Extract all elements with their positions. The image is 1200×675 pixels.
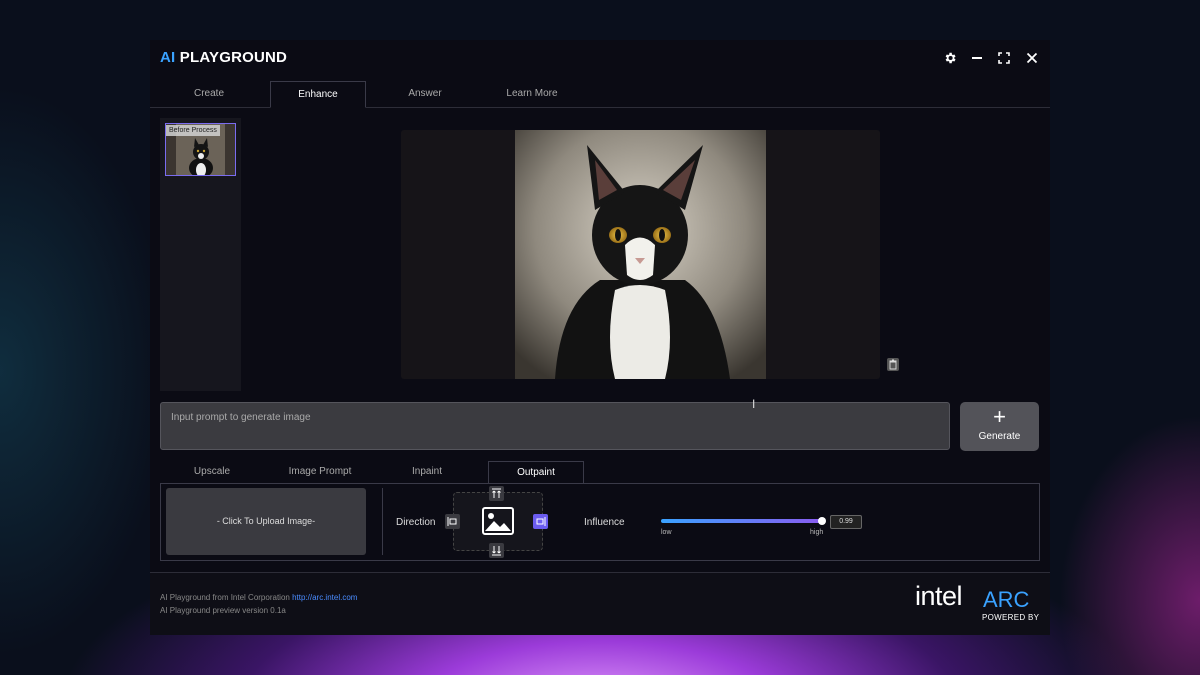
- history-thumbnail[interactable]: Before Process: [165, 123, 236, 176]
- tab-create[interactable]: Create: [162, 81, 256, 107]
- footer-line-1: AI Playground from Intel Corporation htt…: [160, 593, 357, 602]
- panel-divider: [382, 488, 383, 555]
- settings-gear-icon[interactable]: [942, 50, 958, 66]
- influence-label: Influence: [584, 517, 625, 528]
- influence-slider-thumb[interactable]: [818, 517, 826, 525]
- tab-learn-more[interactable]: Learn More: [485, 81, 579, 107]
- plus-icon: +: [993, 404, 1006, 429]
- trash-icon[interactable]: [887, 358, 899, 371]
- influence-value-field[interactable]: 0.99: [830, 515, 862, 529]
- thumbnail-label: Before Process: [166, 125, 220, 136]
- footer: AI Playground from Intel Corporation htt…: [150, 572, 1050, 635]
- intel-arc-link[interactable]: http://arc.intel.com: [292, 593, 357, 602]
- outpaint-panel: - Click To Upload Image- Direction Influ…: [160, 483, 1040, 561]
- image-preview: [401, 130, 880, 379]
- subtab-upscale[interactable]: Upscale: [165, 461, 259, 483]
- app-title-prefix: AI: [160, 49, 176, 66]
- app-window: AI PLAYGROUND Create Enhance Answer Lear…: [150, 40, 1050, 635]
- title-bar: AI PLAYGROUND: [150, 40, 1050, 76]
- intel-logo: intel: [915, 581, 963, 611]
- subtab-image-prompt[interactable]: Image Prompt: [273, 461, 367, 483]
- generate-label: Generate: [978, 431, 1021, 442]
- subtab-inpaint[interactable]: Inpaint: [380, 461, 474, 483]
- influence-slider-track[interactable]: [661, 519, 823, 523]
- app-title-rest: PLAYGROUND: [179, 49, 288, 66]
- enhance-subtab-bar: Upscale Image Prompt Inpaint Outpaint: [160, 461, 1040, 484]
- upload-image-button[interactable]: - Click To Upload Image-: [166, 488, 366, 555]
- slider-low-label: low: [661, 529, 672, 536]
- direction-right-button[interactable]: [533, 514, 548, 529]
- prompt-input[interactable]: [160, 402, 950, 450]
- direction-left-button[interactable]: [445, 514, 460, 529]
- minimize-icon[interactable]: [969, 50, 985, 66]
- image-placeholder-icon: [482, 507, 514, 535]
- tab-enhance[interactable]: Enhance: [270, 81, 366, 108]
- generate-button[interactable]: + Generate: [960, 402, 1039, 451]
- direction-down-button[interactable]: [489, 543, 504, 558]
- subtab-outpaint[interactable]: Outpaint: [488, 461, 584, 484]
- maximize-icon[interactable]: [996, 50, 1012, 66]
- close-icon[interactable]: [1024, 50, 1040, 66]
- app-title: AI PLAYGROUND: [160, 49, 287, 66]
- tab-answer[interactable]: Answer: [378, 81, 472, 107]
- direction-label: Direction: [396, 517, 436, 528]
- footer-company-text: AI Playground from Intel Corporation: [160, 593, 290, 602]
- main-tab-bar: Create Enhance Answer Learn More: [150, 76, 1050, 108]
- footer-version-text: AI Playground preview version 0.1a: [160, 606, 286, 615]
- direction-up-button[interactable]: [489, 486, 504, 501]
- powered-by-label: POWERED BY: [982, 613, 1040, 622]
- cat-main-image: [515, 130, 766, 379]
- arc-logo: ARC: [983, 587, 1030, 612]
- text-cursor-icon: I: [752, 397, 756, 411]
- history-panel: Before Process: [160, 118, 241, 391]
- slider-high-label: high: [810, 529, 824, 536]
